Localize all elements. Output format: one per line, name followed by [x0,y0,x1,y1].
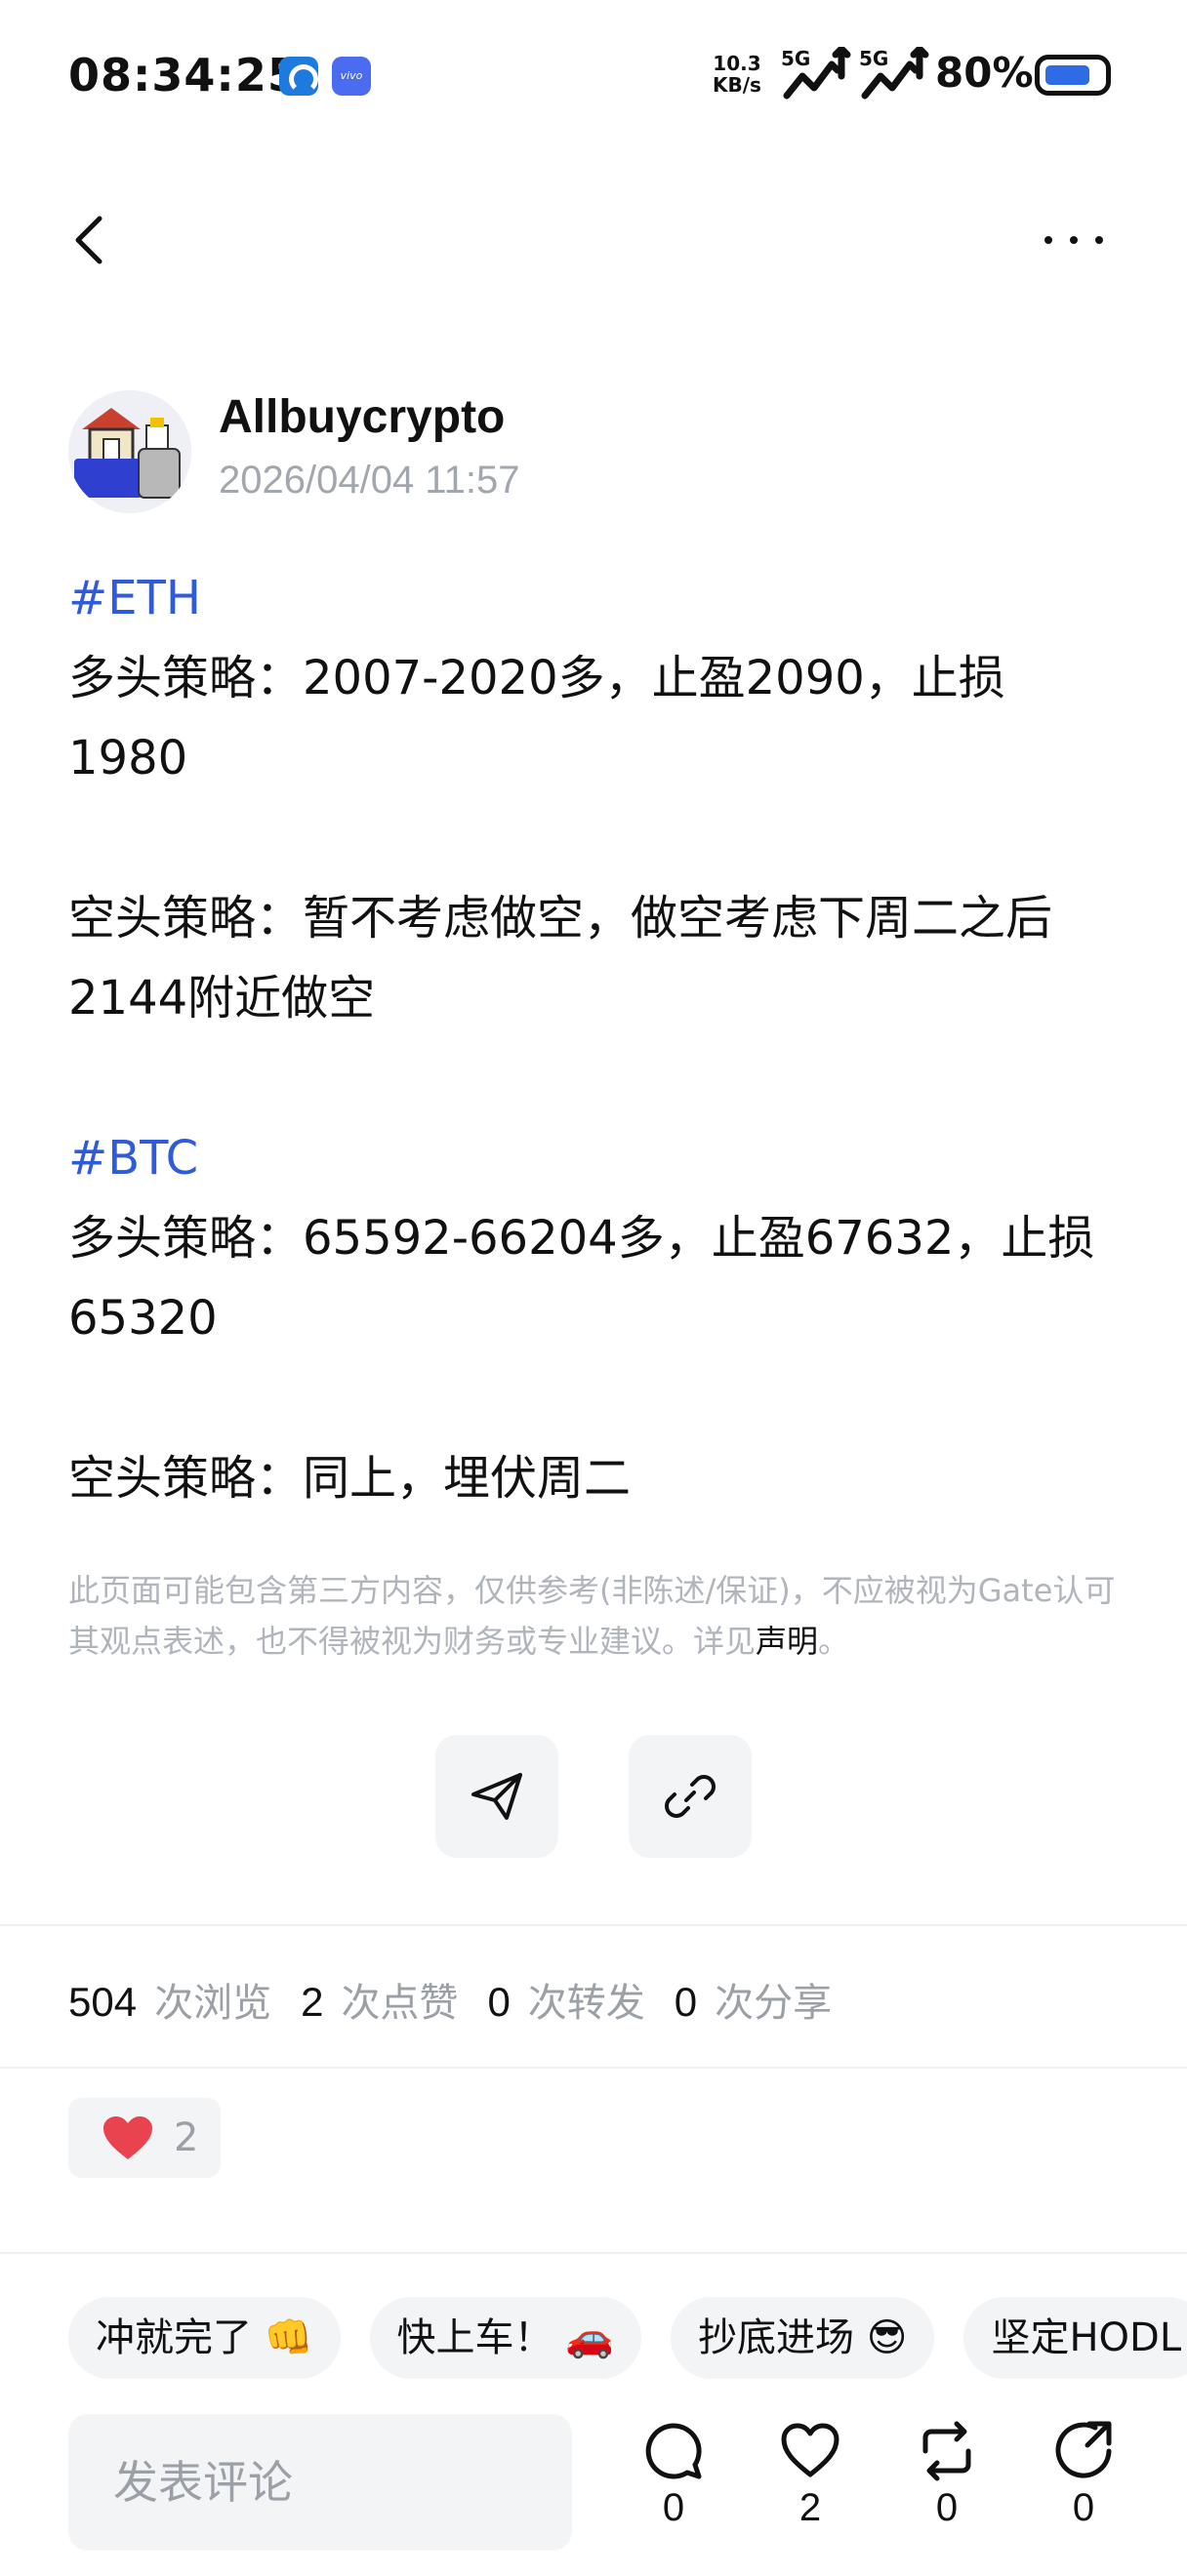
repost-button[interactable]: 0 [898,2420,996,2530]
disclaimer: 此页面可能包含第三方内容，仅供参考(非陈述/保证)，不应被视为Gate认可其观点… [68,1565,1123,1667]
share-icon [1055,2421,1112,2478]
status-time: 08:34:25 [68,49,300,101]
top-nav [0,185,1187,293]
signal-5g-icon: 5G [859,45,931,101]
signal-5g-icon: 5G [781,45,853,101]
network-speed-unit: KB/s [713,73,761,97]
hashtag-btc[interactable]: #BTC [68,1118,1123,1198]
quick-reply-row: 冲就完了 👊 快上车！ 🚗 抄底进场 😎 坚定HODL [68,2297,1187,2379]
avatar-logo-image [68,390,191,513]
heart-icon [103,2116,152,2159]
network-speed-value: 10.3 [713,52,761,75]
quick-reply-chip[interactable]: 冲就完了 👊 [68,2297,341,2379]
reaction-count: 2 [174,2115,199,2160]
like-button[interactable]: 2 [761,2420,859,2530]
comment-count: 0 [662,2486,685,2529]
comment-input[interactable]: 发表评论 [68,2414,572,2551]
share-telegram-button[interactable] [435,1735,558,1858]
disclaimer-end: 。 [818,1623,850,1660]
signal-2-label: 5G [859,47,889,70]
back-button[interactable] [64,205,123,273]
views-label: 次浏览 [154,1981,272,2026]
eth-long-strategy: 多头策略：2007-2020多，止盈2090，止损1980 [68,651,1005,785]
hashtag-eth[interactable]: #ETH [68,558,1123,638]
reposts-label: 次转发 [527,1981,645,2026]
status-bar: 08:34:25 vivo 10.3 KB/s 5G 5G 80% [0,0,1187,146]
shares-count: 0 [674,1979,698,2025]
like-count: 2 [798,2486,822,2529]
copy-link-button[interactable] [629,1735,752,1858]
post-content: #ETH 多头策略：2007-2020多，止盈2090，止损1980 空头策略：… [68,558,1123,1518]
comment-button[interactable]: 0 [625,2420,722,2530]
reposts-count: 0 [487,1979,511,2025]
network-speed: 10.3 KB/s [713,53,761,96]
author-avatar[interactable] [68,390,191,513]
author-name[interactable]: Allbuycrypto [219,390,505,444]
heart-outline-icon [781,2423,839,2477]
divider [0,2067,1187,2069]
vivo-notification-icon: vivo [332,57,371,96]
btc-long-strategy: 多头策略：65592-66204多，止盈67632，止损65320 [68,1211,1095,1346]
send-icon [471,1773,522,1820]
repost-count: 0 [935,2486,959,2529]
quick-reply-chip[interactable]: 抄底进场 😎 [671,2297,935,2379]
likes-count: 2 [301,1979,324,2025]
repost-icon [922,2421,971,2481]
quick-reply-chip[interactable]: 坚定HODL [963,2297,1187,2379]
views-count: 504 [68,1979,138,2025]
disclaimer-link[interactable]: 声明 [756,1623,818,1660]
battery-percent: 80% [935,49,1034,97]
battery-level-fill [1045,65,1089,85]
divider [0,2252,1187,2254]
share-count: 0 [1072,2486,1095,2529]
reaction-chip[interactable]: 2 [68,2098,221,2178]
link-icon [665,1775,716,1818]
eth-short-strategy: 空头策略：暂不考虑做空，做空考虑下周二之后2144附近做空 [68,891,1053,1026]
signal-1-label: 5G [781,47,811,70]
divider [0,1924,1187,1926]
likes-label: 次点赞 [341,1981,459,2026]
post-stats: 504 次浏览 2 次点赞 0 次转发 0 次分享 [68,1971,861,2028]
comment-icon [645,2423,702,2479]
more-horizontal-icon [1044,236,1103,244]
battery-icon [1035,55,1111,96]
chevron-left-icon [75,216,102,264]
app-notification-icon [279,57,318,96]
disclaimer-text: 此页面可能包含第三方内容，仅供参考(非陈述/保证)，不应被视为Gate认可其观点… [68,1572,1116,1660]
btc-short-strategy: 空头策略：同上，埋伏周二 [68,1451,632,1506]
shares-label: 次分享 [715,1981,833,2026]
quick-reply-chip[interactable]: 快上车！ 🚗 [369,2297,642,2379]
more-button[interactable] [1035,205,1113,273]
share-button[interactable]: 0 [1035,2420,1132,2530]
post-timestamp: 2026/04/04 11:57 [219,459,520,502]
